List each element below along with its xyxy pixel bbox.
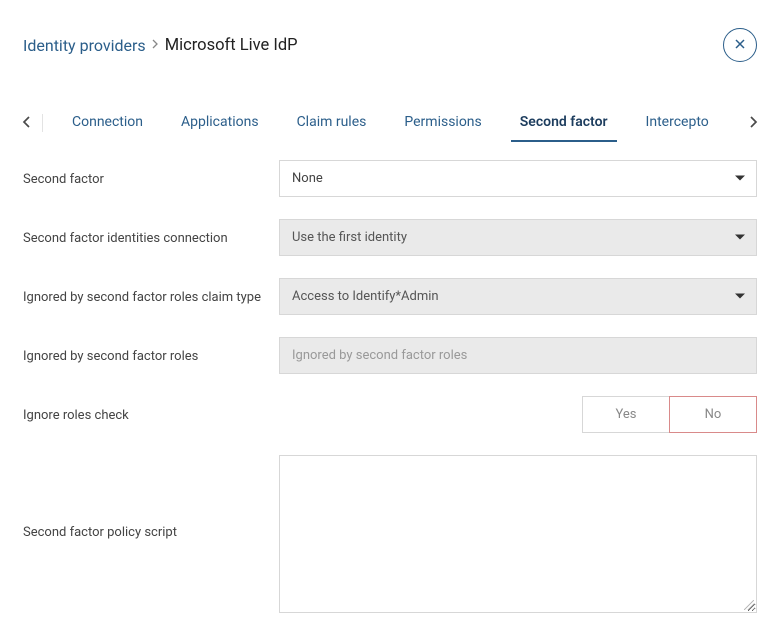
tab-interceptor[interactable]: Intercepto xyxy=(627,104,728,142)
label-ignored-roles: Ignored by second factor roles xyxy=(23,347,279,364)
tabs: Connection Applications Claim rules Perm… xyxy=(43,104,744,142)
chevron-right-icon xyxy=(152,37,159,53)
row-second-factor: Second factor None xyxy=(23,160,757,197)
chevron-down-icon xyxy=(734,230,746,245)
tab-applications[interactable]: Applications xyxy=(162,104,278,142)
tab-claim-rules[interactable]: Claim rules xyxy=(278,104,386,142)
tabs-scroll-right-button[interactable] xyxy=(744,111,762,135)
tab-connection[interactable]: Connection xyxy=(53,104,162,142)
select-value: Use the first identity xyxy=(292,230,407,245)
select-value: None xyxy=(292,171,323,186)
label-second-factor: Second factor xyxy=(23,170,279,187)
page-header: Identity providers Microsoft Live IdP xyxy=(0,0,780,80)
tabs-container: Connection Applications Claim rules Perm… xyxy=(0,104,780,142)
row-ignore-roles-check: Ignore roles check Yes No xyxy=(23,396,757,433)
chevron-left-icon xyxy=(22,114,32,133)
breadcrumb: Identity providers Microsoft Live IdP xyxy=(23,36,298,55)
label-identities-connection: Second factor identities connection xyxy=(23,229,279,246)
row-policy-script: Second factor policy script xyxy=(23,455,757,613)
toggle-yes-button[interactable]: Yes xyxy=(582,396,670,433)
chevron-right-icon xyxy=(748,114,758,133)
tab-permissions[interactable]: Permissions xyxy=(385,104,500,142)
row-ignored-roles-claim-type: Ignored by second factor roles claim typ… xyxy=(23,278,757,315)
chevron-down-icon xyxy=(734,171,746,186)
label-policy-script: Second factor policy script xyxy=(23,455,279,540)
close-button[interactable] xyxy=(723,28,757,62)
ignored-roles-input: Ignored by second factor roles xyxy=(279,337,757,374)
policy-script-textarea[interactable] xyxy=(279,455,757,613)
ignore-roles-check-toggle: Yes No xyxy=(279,396,757,433)
close-icon xyxy=(733,36,747,55)
label-ignored-roles-claim-type: Ignored by second factor roles claim typ… xyxy=(23,288,279,305)
chevron-down-icon xyxy=(734,289,746,304)
breadcrumb-parent-link[interactable]: Identity providers xyxy=(23,36,146,55)
toggle-no-button[interactable]: No xyxy=(669,396,757,433)
row-ignored-roles: Ignored by second factor roles Ignored b… xyxy=(23,337,757,374)
label-ignore-roles-check: Ignore roles check xyxy=(23,406,279,423)
ignored-roles-claim-type-select: Access to Identify*Admin xyxy=(279,278,757,315)
form: Second factor None Second factor identit… xyxy=(0,142,780,613)
breadcrumb-current: Microsoft Live IdP xyxy=(165,36,298,55)
identities-connection-select: Use the first identity xyxy=(279,219,757,256)
placeholder-text: Ignored by second factor roles xyxy=(292,348,467,363)
row-identities-connection: Second factor identities connection Use … xyxy=(23,219,757,256)
tabs-scroll-left-button[interactable] xyxy=(18,111,36,135)
select-value: Access to Identify*Admin xyxy=(292,289,439,304)
tab-second-factor[interactable]: Second factor xyxy=(501,104,627,142)
second-factor-select[interactable]: None xyxy=(279,160,757,197)
